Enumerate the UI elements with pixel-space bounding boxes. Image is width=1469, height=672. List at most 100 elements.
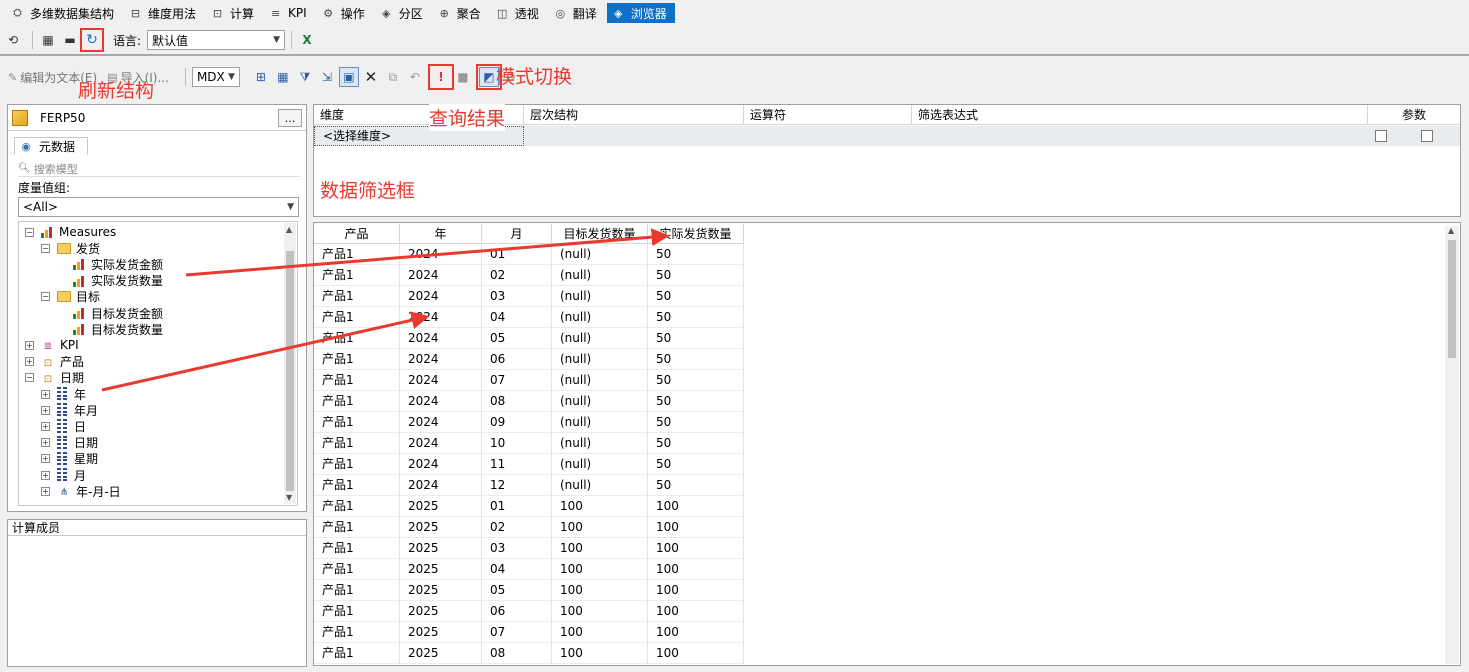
- tab-translations[interactable]: ◎ 翻译: [549, 3, 605, 23]
- tree-node[interactable]: + ≣ KPI: [25, 337, 79, 353]
- result-cell[interactable]: 100: [552, 643, 648, 664]
- scroll-up-icon[interactable]: ▲: [286, 225, 292, 234]
- add-calculated-member-icon[interactable]: ⊞: [251, 67, 271, 87]
- result-cell[interactable]: 产品1: [314, 601, 400, 622]
- delete-icon[interactable]: ✕: [361, 67, 381, 87]
- cube-process-icon[interactable]: ▦: [39, 31, 57, 49]
- tab-kpi[interactable]: ≡ KPI: [264, 3, 315, 23]
- result-cell[interactable]: 2025: [400, 496, 482, 517]
- tree-node[interactable]: + 星期: [41, 451, 98, 467]
- expand-icon[interactable]: +: [25, 340, 34, 350]
- result-cell[interactable]: (null): [552, 454, 648, 475]
- tab-metadata[interactable]: ◉ 元数据: [14, 137, 88, 155]
- result-cell[interactable]: 07: [482, 622, 552, 643]
- result-cell[interactable]: 产品1: [314, 412, 400, 433]
- tree-node[interactable]: 实际发货数量: [57, 273, 163, 289]
- result-cell[interactable]: 100: [552, 601, 648, 622]
- result-cell[interactable]: 100: [648, 559, 744, 580]
- result-cell[interactable]: 2024: [400, 349, 482, 370]
- result-cell[interactable]: 产品1: [314, 454, 400, 475]
- result-cell[interactable]: 01: [482, 496, 552, 517]
- result-cell[interactable]: 2024: [400, 370, 482, 391]
- result-cell[interactable]: 2024: [400, 328, 482, 349]
- measure-group-select[interactable]: <All> ▼: [18, 197, 299, 217]
- result-cell[interactable]: 50: [648, 454, 744, 475]
- scroll-up-icon[interactable]: ▲: [1448, 226, 1454, 235]
- result-cell[interactable]: 50: [648, 286, 744, 307]
- parameter-checkbox[interactable]: [1421, 130, 1433, 142]
- excel-icon[interactable]: X: [298, 31, 316, 49]
- tree-node[interactable]: + 年: [41, 386, 86, 402]
- collapse-icon[interactable]: −: [25, 373, 34, 383]
- expand-icon[interactable]: +: [41, 454, 50, 464]
- result-cell[interactable]: 100: [552, 517, 648, 538]
- reconnect-icon[interactable]: ⟲: [4, 31, 22, 49]
- result-cell[interactable]: (null): [552, 244, 648, 265]
- expand-icon[interactable]: +: [25, 357, 34, 367]
- tree-node[interactable]: 实际发货金额: [57, 256, 163, 272]
- tab-browser[interactable]: ◈ 浏览器: [606, 3, 675, 23]
- result-cell[interactable]: 50: [648, 349, 744, 370]
- result-cell[interactable]: 产品1: [314, 538, 400, 559]
- tree-node[interactable]: − 目标: [41, 289, 100, 305]
- result-cell[interactable]: 50: [648, 475, 744, 496]
- result-cell[interactable]: (null): [552, 286, 648, 307]
- expand-icon[interactable]: +: [41, 389, 50, 399]
- result-cell[interactable]: 产品1: [314, 433, 400, 454]
- tree-node[interactable]: + 日: [41, 418, 86, 434]
- expand-icon[interactable]: +: [41, 486, 50, 496]
- result-cell[interactable]: 2024: [400, 286, 482, 307]
- result-cell[interactable]: 50: [648, 265, 744, 286]
- result-cell[interactable]: 产品1: [314, 349, 400, 370]
- result-column-header[interactable]: 目标发货数量: [552, 224, 648, 244]
- tree-node[interactable]: + 月: [41, 467, 86, 483]
- parameter-checkbox[interactable]: [1375, 130, 1387, 142]
- execute-query-icon[interactable]: !: [427, 64, 454, 90]
- tree-node[interactable]: − ⊡ 日期: [25, 370, 84, 386]
- result-cell[interactable]: 50: [648, 307, 744, 328]
- result-cell[interactable]: 产品1: [314, 307, 400, 328]
- result-cell[interactable]: 100: [648, 496, 744, 517]
- result-cell[interactable]: 产品1: [314, 265, 400, 286]
- tab-cube-structure[interactable]: ⛭ 多维数据集结构: [6, 3, 122, 23]
- result-cell[interactable]: 产品1: [314, 559, 400, 580]
- expand-icon[interactable]: +: [41, 421, 50, 431]
- result-cell[interactable]: (null): [552, 433, 648, 454]
- result-cell[interactable]: 50: [648, 370, 744, 391]
- result-cell[interactable]: (null): [552, 307, 648, 328]
- show-empty-cells-icon[interactable]: ⇲: [317, 67, 337, 87]
- result-cell[interactable]: 2024: [400, 475, 482, 496]
- tab-dimension-usage[interactable]: ⊟ 维度用法: [124, 3, 204, 23]
- result-cell[interactable]: 08: [482, 391, 552, 412]
- collapse-icon[interactable]: −: [41, 243, 50, 253]
- result-cell[interactable]: 02: [482, 265, 552, 286]
- tree-node[interactable]: 目标发货金额: [57, 305, 163, 321]
- results-scrollbar[interactable]: ▲: [1445, 226, 1459, 664]
- result-cell[interactable]: 50: [648, 244, 744, 265]
- result-cell[interactable]: (null): [552, 349, 648, 370]
- result-cell[interactable]: 2025: [400, 601, 482, 622]
- result-cell[interactable]: 12: [482, 475, 552, 496]
- tree-node[interactable]: 目标发货数量: [57, 321, 163, 337]
- result-column-header[interactable]: 实际发货数量: [648, 224, 744, 244]
- result-cell[interactable]: 10: [482, 433, 552, 454]
- result-cell[interactable]: 100: [648, 517, 744, 538]
- scroll-thumb[interactable]: [286, 251, 294, 491]
- tab-calculation[interactable]: ⊡ 计算: [206, 3, 262, 23]
- result-cell[interactable]: 2024: [400, 307, 482, 328]
- collapse-icon[interactable]: −: [25, 227, 34, 237]
- result-cell[interactable]: 产品1: [314, 391, 400, 412]
- result-column-header[interactable]: 产品: [314, 224, 400, 244]
- auto-execute-icon[interactable]: ▣: [338, 67, 359, 87]
- result-cell[interactable]: 2024: [400, 391, 482, 412]
- tree-node[interactable]: − Measures: [25, 224, 116, 240]
- result-cell[interactable]: 100: [552, 622, 648, 643]
- expand-icon[interactable]: +: [41, 438, 50, 448]
- result-cell[interactable]: 09: [482, 412, 552, 433]
- result-cell[interactable]: 11: [482, 454, 552, 475]
- collapse-icon[interactable]: −: [41, 292, 50, 302]
- refresh-structure-icon[interactable]: ↻: [80, 28, 104, 52]
- result-cell[interactable]: 50: [648, 412, 744, 433]
- result-cell[interactable]: 05: [482, 328, 552, 349]
- result-cell[interactable]: 2024: [400, 244, 482, 265]
